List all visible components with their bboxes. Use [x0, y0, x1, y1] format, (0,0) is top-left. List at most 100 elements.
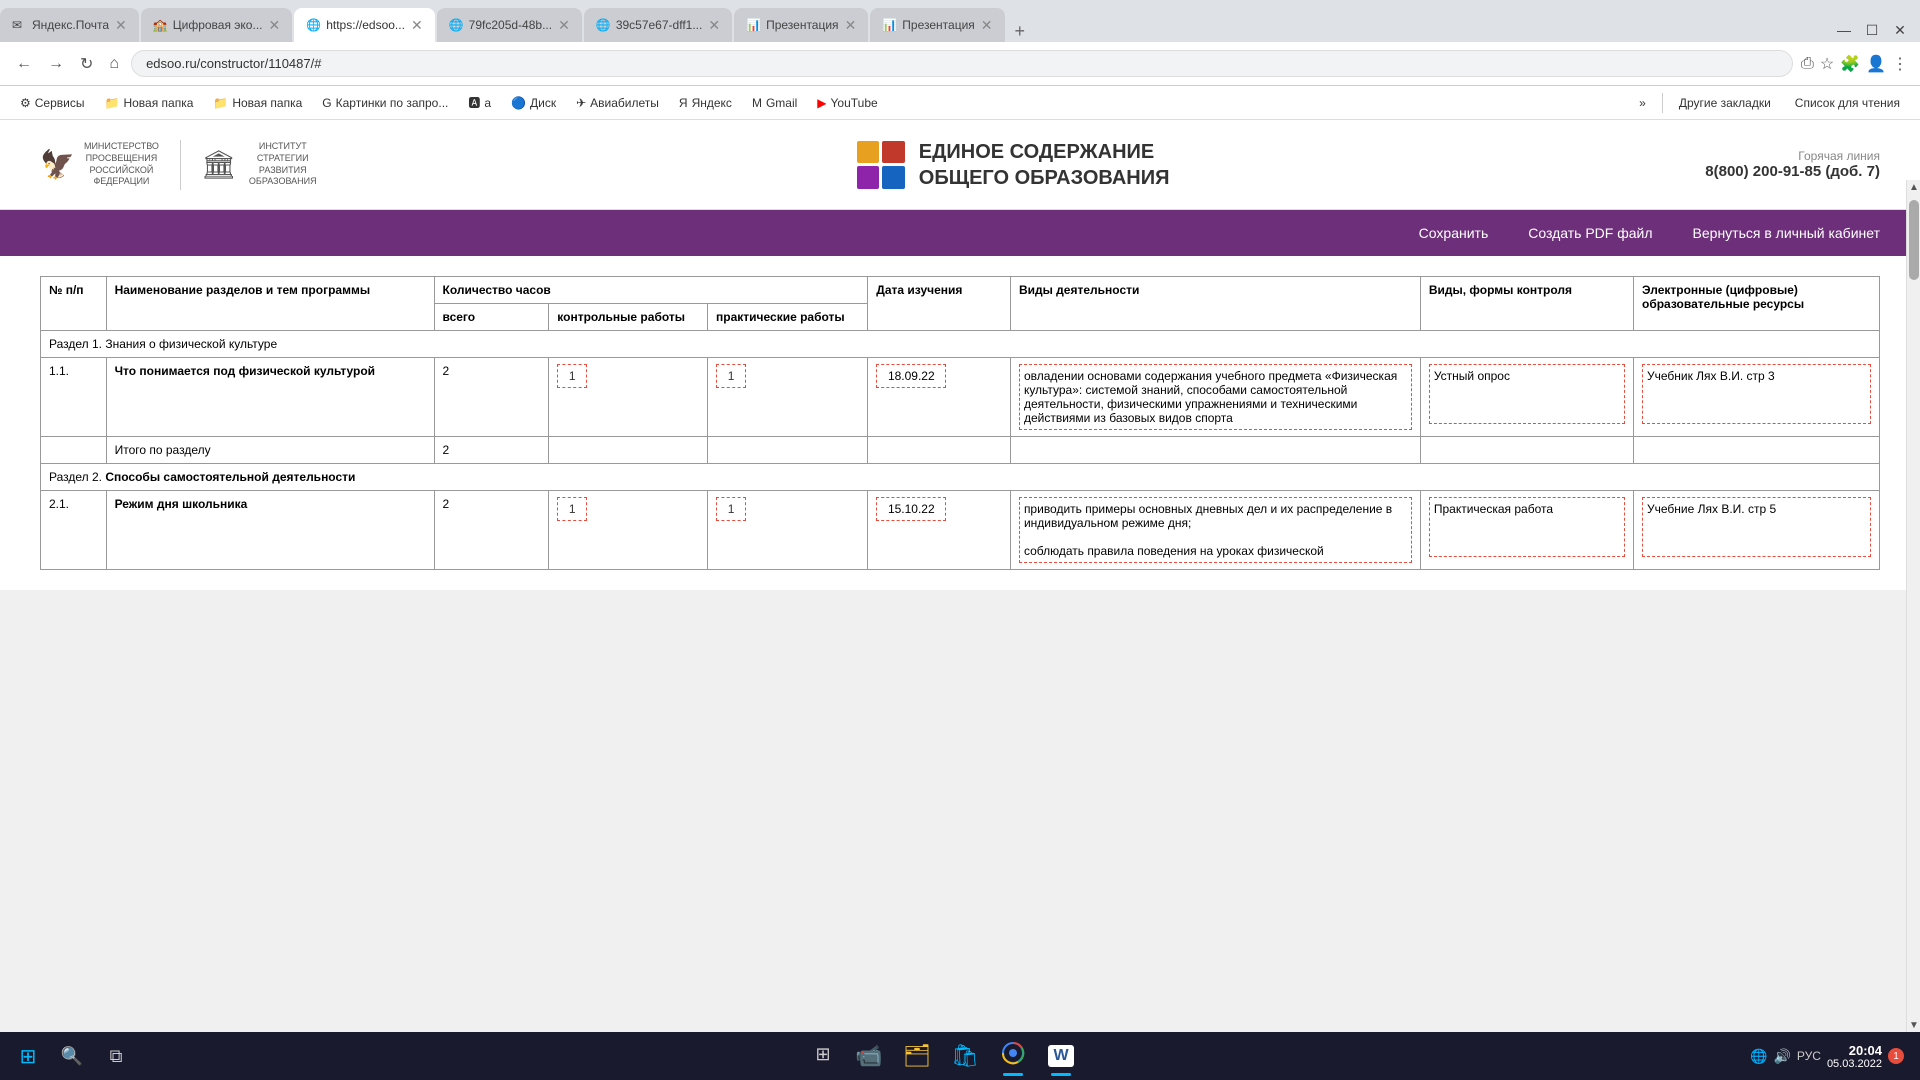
- tab-title-7: Презентация: [902, 18, 975, 32]
- new-tab-button[interactable]: +: [1007, 21, 1034, 42]
- back-button[interactable]: ←: [12, 51, 36, 77]
- row-2-1-resource[interactable]: Учебние Лях В.И. стр 5: [1633, 491, 1879, 570]
- teams-button[interactable]: 📹: [847, 1034, 891, 1078]
- bookmark-folder-1[interactable]: 📁 Новая папка: [96, 93, 201, 113]
- forward-button[interactable]: →: [44, 51, 68, 77]
- minimize-button[interactable]: —: [1832, 18, 1856, 42]
- row-2-1-hours-practical-input[interactable]: 1: [716, 497, 746, 521]
- tab-close-6[interactable]: ✕: [845, 17, 857, 34]
- task-view-button[interactable]: ⧉: [96, 1036, 136, 1076]
- url-bar[interactable]: edsoo.ru/constructor/110487/#: [131, 50, 1793, 77]
- bookmark-yandex[interactable]: Я Яндекс: [671, 93, 740, 113]
- menu-icon[interactable]: ⋮: [1892, 54, 1908, 74]
- profile-icon[interactable]: 👤: [1866, 54, 1886, 74]
- scroll-up-arrow[interactable]: ▲: [1907, 180, 1920, 194]
- tab-7[interactable]: 📊 Презентация ✕: [870, 8, 1004, 42]
- bookmark-youtube-icon: ▶: [817, 96, 826, 110]
- tab-close-5[interactable]: ✕: [708, 17, 720, 34]
- back-to-cabinet-link[interactable]: Вернуться в личный кабинет: [1693, 225, 1880, 241]
- keyboard-indicator[interactable]: РУС: [1797, 1049, 1821, 1063]
- bookmark-google[interactable]: G Картинки по запро...: [314, 93, 456, 113]
- network-icon[interactable]: 🌐: [1750, 1048, 1767, 1065]
- row-2-1-hours-control[interactable]: 1: [549, 491, 708, 570]
- sound-icon[interactable]: 🔊: [1773, 1048, 1790, 1065]
- tab-1[interactable]: ✉ Яндекс.Почта ✕: [0, 8, 139, 42]
- widgets-button[interactable]: ⊞: [803, 1034, 843, 1074]
- isro-text: ИНСТИТУТ СТРАТЕГИИ РАЗВИТИЯ ОБРАЗОВАНИЯ: [245, 141, 321, 188]
- row-2-1-activity[interactable]: приводить примеры основных дневных дел и…: [1010, 491, 1420, 570]
- window-controls: — ☐ ✕: [1832, 18, 1920, 42]
- row-2-1-control-input[interactable]: Практическая работа: [1429, 497, 1625, 557]
- row-1-1-control-input[interactable]: Устный опрос: [1429, 364, 1625, 424]
- other-bookmarks[interactable]: Другие закладки: [1671, 93, 1779, 113]
- bookmark-servisy-label: Сервисы: [35, 96, 85, 110]
- chrome-button[interactable]: [991, 1034, 1035, 1078]
- bookmark-more-button[interactable]: »: [1631, 93, 1654, 113]
- tab-6[interactable]: 📊 Презентация ✕: [734, 8, 868, 42]
- bookmark-gmail[interactable]: M Gmail: [744, 93, 805, 113]
- row-2-1-date-input[interactable]: 15.10.22: [876, 497, 946, 521]
- taskbar-search-button[interactable]: 🔍: [52, 1036, 92, 1076]
- tab-close-3[interactable]: ✕: [411, 17, 423, 34]
- tab-favicon-5: 🌐: [596, 18, 610, 32]
- row-2-1-date[interactable]: 15.10.22: [868, 491, 1011, 570]
- time-display[interactable]: 20:04 05.03.2022: [1827, 1043, 1882, 1070]
- tab-title-2: Цифровая эко...: [173, 18, 263, 32]
- start-button[interactable]: ⊞: [8, 1036, 48, 1076]
- save-link[interactable]: Сохранить: [1419, 225, 1489, 241]
- store-button[interactable]: 🛍: [943, 1034, 987, 1078]
- row-2-1-activity-input[interactable]: приводить примеры основных дневных дел и…: [1019, 497, 1412, 563]
- row-1-1-resource[interactable]: Учебник Лях В.И. стр 3: [1633, 358, 1879, 437]
- bookmark-disk[interactable]: 🔵 Диск: [503, 93, 564, 113]
- row-1-1-control[interactable]: Устный опрос: [1420, 358, 1633, 437]
- scroll-down-arrow[interactable]: ▼: [1907, 1018, 1920, 1032]
- tab-close-4[interactable]: ✕: [558, 17, 570, 34]
- files-button[interactable]: 🗂: [895, 1034, 939, 1078]
- extensions-icon[interactable]: 🧩: [1840, 54, 1860, 74]
- taskbar-center: ⊞ 📹 🗂 🛍 W: [140, 1034, 1746, 1078]
- reload-button[interactable]: ↻: [76, 50, 97, 78]
- tab-close-1[interactable]: ✕: [115, 17, 127, 34]
- reading-list[interactable]: Список для чтения: [1787, 93, 1908, 113]
- create-pdf-link[interactable]: Создать PDF файл: [1528, 225, 1652, 241]
- bookmark-youtube[interactable]: ▶ YouTube: [809, 93, 885, 113]
- bookmark-icon[interactable]: ☆: [1820, 54, 1834, 74]
- tab-title-5: 39c57e67-dff1...: [616, 18, 703, 32]
- close-button[interactable]: ✕: [1888, 18, 1912, 42]
- bookmark-avia[interactable]: ✈ Авиабилеты: [568, 93, 667, 113]
- row-1-1-date[interactable]: 18.09.22: [868, 358, 1011, 437]
- tab-close-7[interactable]: ✕: [981, 17, 993, 34]
- tab-2[interactable]: 🏫 Цифровая эко... ✕: [141, 8, 292, 42]
- bookmark-folder-2[interactable]: 📁 Новая папка: [205, 93, 310, 113]
- row-2-1-hours-control-input[interactable]: 1: [557, 497, 587, 521]
- row-2-1-name: Режим дня школьника: [106, 491, 434, 570]
- row-1-1-hours-practical[interactable]: 1: [708, 358, 868, 437]
- row-2-1-control[interactable]: Практическая работа: [1420, 491, 1633, 570]
- row-1-1-resource-input[interactable]: Учебник Лях В.И. стр 3: [1642, 364, 1871, 424]
- tab-close-2[interactable]: ✕: [268, 17, 280, 34]
- scrollbar-thumb[interactable]: [1909, 200, 1919, 280]
- bookmark-servisy[interactable]: ⚙ Сервисы: [12, 93, 92, 113]
- row-1-1-date-input[interactable]: 18.09.22: [876, 364, 946, 388]
- home-button[interactable]: ⌂: [105, 51, 123, 77]
- tab-5[interactable]: 🌐 39c57e67-dff1... ✕: [584, 8, 732, 42]
- row-1-1-activity[interactable]: овладении основами содержания учебного п…: [1010, 358, 1420, 437]
- row-1-1-hours-control-input[interactable]: 1: [557, 364, 587, 388]
- notification-badge[interactable]: 1: [1888, 1048, 1904, 1064]
- chrome-icon: [1001, 1041, 1025, 1071]
- address-bar: ← → ↻ ⌂ edsoo.ru/constructor/110487/# ⎙ …: [0, 42, 1920, 86]
- bookmark-servisy-icon: ⚙: [20, 96, 31, 110]
- maximize-button[interactable]: ☐: [1860, 18, 1884, 42]
- share-icon[interactable]: ⎙: [1801, 55, 1814, 73]
- section-2-label: Раздел 2. Способы самостоятельной деятел…: [41, 464, 1880, 491]
- row-1-1-hours-practical-input[interactable]: 1: [716, 364, 746, 388]
- word-button[interactable]: W: [1039, 1034, 1083, 1078]
- scrollbar[interactable]: ▲ ▼: [1906, 180, 1920, 1032]
- row-2-1-resource-input[interactable]: Учебние Лях В.И. стр 5: [1642, 497, 1871, 557]
- bookmark-a[interactable]: 🅰 a: [460, 91, 499, 114]
- row-1-1-activity-input[interactable]: овладении основами содержания учебного п…: [1019, 364, 1412, 430]
- tab-4[interactable]: 🌐 79fc205d-48b... ✕: [437, 8, 582, 42]
- tab-3[interactable]: 🌐 https://edsoo... ✕: [294, 8, 434, 42]
- row-1-1-hours-control[interactable]: 1: [549, 358, 708, 437]
- row-2-1-hours-practical[interactable]: 1: [708, 491, 868, 570]
